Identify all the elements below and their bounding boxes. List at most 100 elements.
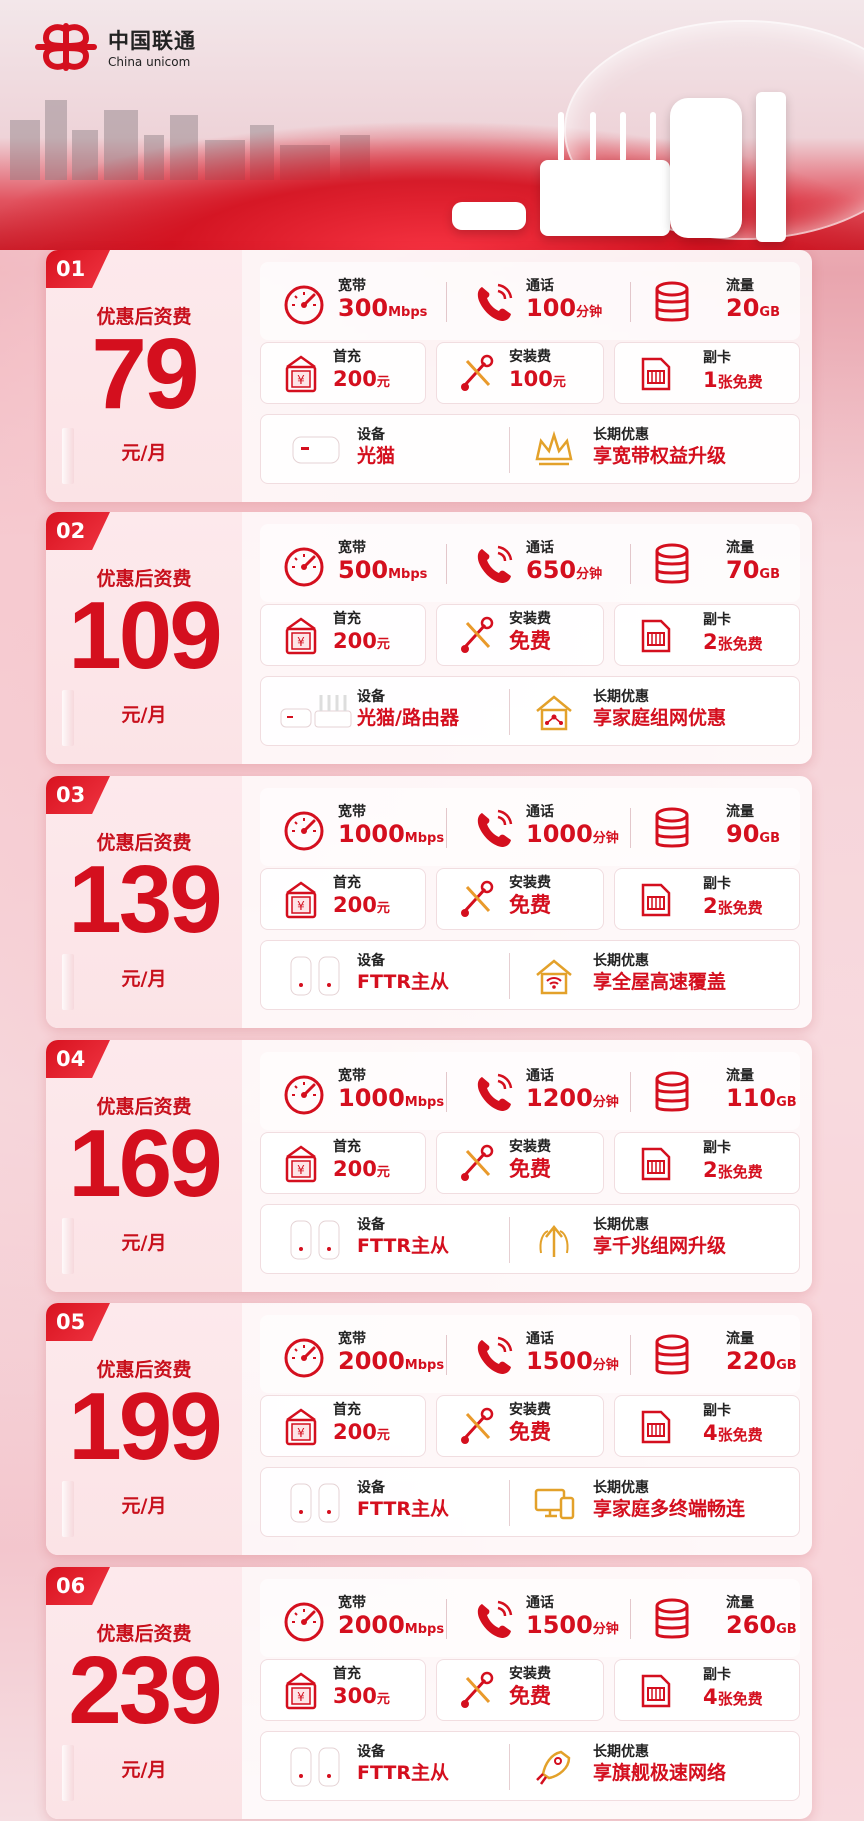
data-unit: GB <box>759 305 780 320</box>
device-label: 设备 <box>357 1217 385 1233</box>
install-fee-value: 免费 <box>509 893 551 917</box>
calls-label: 通话 <box>526 1331 554 1347</box>
sub-card-label: 副卡 <box>703 1140 731 1156</box>
broadband-value: 300 <box>338 294 389 322</box>
plan-price-panel: 03 优惠后资费 139 元/月 <box>46 776 242 1028</box>
broadband-unit: Mbps <box>388 567 428 582</box>
china-unicom-logo[interactable]: 中国联通 China unicom <box>32 22 196 72</box>
broadband-label: 宽带 <box>338 1068 366 1084</box>
calls-feature: 通话 1200分钟 <box>472 1068 619 1117</box>
first-recharge-value: 200 <box>333 629 377 653</box>
svg-text:¥: ¥ <box>297 373 305 387</box>
plan-card-05[interactable]: 05 优惠后资费 199 元/月 宽带 2000Mbps 通话 1500分钟 流… <box>46 1303 812 1555</box>
install-fee-value: 100 <box>509 367 553 391</box>
fttr-units-icon <box>290 1483 340 1523</box>
plan-number-badge: 04 <box>46 1040 110 1078</box>
device-image <box>279 1744 353 1788</box>
data-value: 70 <box>726 556 760 584</box>
plan-price: 199 <box>68 1373 222 1480</box>
database-icon <box>655 1071 689 1111</box>
calls-feature: 通话 1500分钟 <box>472 1595 619 1644</box>
red-envelope-icon: ¥ <box>285 881 317 919</box>
calls-feature: 通话 1500分钟 <box>472 1331 619 1380</box>
install-fee-value: 免费 <box>509 629 551 653</box>
svg-text:¥: ¥ <box>297 635 305 649</box>
crown-icon <box>531 427 577 473</box>
calls-label: 通话 <box>526 1068 554 1084</box>
phone-icon <box>477 1336 513 1374</box>
first-recharge-label: 首充 <box>333 349 361 365</box>
database-icon <box>655 1598 689 1638</box>
plan-number-badge: 02 <box>46 512 110 550</box>
plan-price: 139 <box>68 846 222 953</box>
install-fee-label: 安装费 <box>509 611 551 627</box>
multi-device-icon <box>531 1480 577 1526</box>
plan-card-06[interactable]: 06 优惠后资费 239 元/月 宽带 2000Mbps 通话 1500分钟 流… <box>46 1567 812 1819</box>
plan-price: 239 <box>68 1637 222 1744</box>
first-recharge-value: 200 <box>333 367 377 391</box>
tools-icon <box>461 616 494 653</box>
data-feature: 流量 20GB <box>650 278 780 327</box>
calls-unit: 分钟 <box>592 1622 619 1637</box>
calls-value: 100 <box>526 294 577 322</box>
price-unit: 元/月 <box>121 1495 167 1517</box>
plan-number-badge: 01 <box>46 250 110 288</box>
plan-number-badge: 03 <box>46 776 110 814</box>
broadband-value: 1000 <box>338 1084 405 1112</box>
long-term-benefit: 享家庭多终端畅连 <box>593 1498 746 1520</box>
install-fee-value: 免费 <box>509 1420 551 1444</box>
data-value: 110 <box>726 1084 777 1112</box>
sub-card-unit: 张免费 <box>717 1163 763 1181</box>
device-label: 设备 <box>357 1480 385 1496</box>
sub-card-box: 副卡 2张免费 <box>614 1132 800 1194</box>
install-fee-label: 安装费 <box>509 875 551 891</box>
speedometer-icon <box>284 285 324 324</box>
tools-icon <box>461 1407 494 1444</box>
data-label: 流量 <box>726 278 754 294</box>
modem-router-icon <box>280 695 352 728</box>
broadband-feature: 宽带 1000Mbps <box>280 1068 444 1117</box>
plan-card-03[interactable]: 03 优惠后资费 139 元/月 宽带 1000Mbps 通话 1000分钟 流… <box>46 776 812 1028</box>
price-unit: 元/月 <box>121 1759 167 1781</box>
data-value: 90 <box>726 820 760 848</box>
calls-value: 1500 <box>526 1611 593 1639</box>
first-recharge-label: 首充 <box>333 875 361 891</box>
calls-unit: 分钟 <box>592 1095 619 1110</box>
plan-number-badge: 06 <box>46 1567 110 1605</box>
first-recharge-unit: 元 <box>376 1692 390 1707</box>
router-device <box>540 112 670 236</box>
data-feature: 流量 110GB <box>650 1068 797 1117</box>
broadband-feature: 宽带 300Mbps <box>280 278 427 327</box>
broadband-label: 宽带 <box>338 278 366 294</box>
tools-icon <box>461 880 494 917</box>
broadband-feature: 宽带 500Mbps <box>280 540 427 589</box>
data-feature: 流量 70GB <box>650 540 780 589</box>
sub-card-label: 副卡 <box>703 876 731 892</box>
svg-text:¥: ¥ <box>297 1426 305 1440</box>
speedometer-icon <box>284 1602 324 1641</box>
first-recharge-value: 200 <box>333 893 377 917</box>
phone-icon <box>477 283 513 321</box>
red-envelope-icon: ¥ <box>285 1145 317 1183</box>
first-recharge-unit: 元 <box>376 1428 390 1443</box>
red-envelope-icon: ¥ <box>285 1408 317 1446</box>
plan-card-04[interactable]: 04 优惠后资费 169 元/月 宽带 1000Mbps 通话 1200分钟 流… <box>46 1040 812 1292</box>
sub-card-box: 副卡 1张免费 <box>614 342 800 404</box>
tools-icon <box>461 1144 494 1181</box>
plan-price: 109 <box>68 582 222 689</box>
install-fee-box: 安装费 免费 <box>436 1132 604 1194</box>
data-feature: 流量 260GB <box>650 1595 797 1644</box>
first-recharge-label: 首充 <box>333 1666 361 1682</box>
plan-price: 79 <box>91 318 199 430</box>
long-term-label: 长期优惠 <box>593 1217 649 1233</box>
plan-card-02[interactable]: 02 优惠后资费 109 元/月 宽带 500Mbps 通话 650分钟 流量 … <box>46 512 812 764</box>
price-unit: 元/月 <box>121 442 167 464</box>
database-icon <box>655 1334 689 1374</box>
first-recharge-box: ¥ 首充 200元 <box>260 1132 426 1194</box>
plan-card-01[interactable]: 01 优惠后资费 79 元/月 宽带 300Mbps 通话 100分钟 流量 2… <box>46 250 812 502</box>
device-image <box>279 1217 353 1261</box>
long-term-benefit: 享宽带权益升级 <box>593 445 727 467</box>
device-value: FTTR主从 <box>357 1235 449 1257</box>
device-benefit-row: 设备 FTTR主从 长期优惠 享家庭多终端畅连 <box>260 1467 800 1537</box>
first-recharge-label: 首充 <box>333 1139 361 1155</box>
